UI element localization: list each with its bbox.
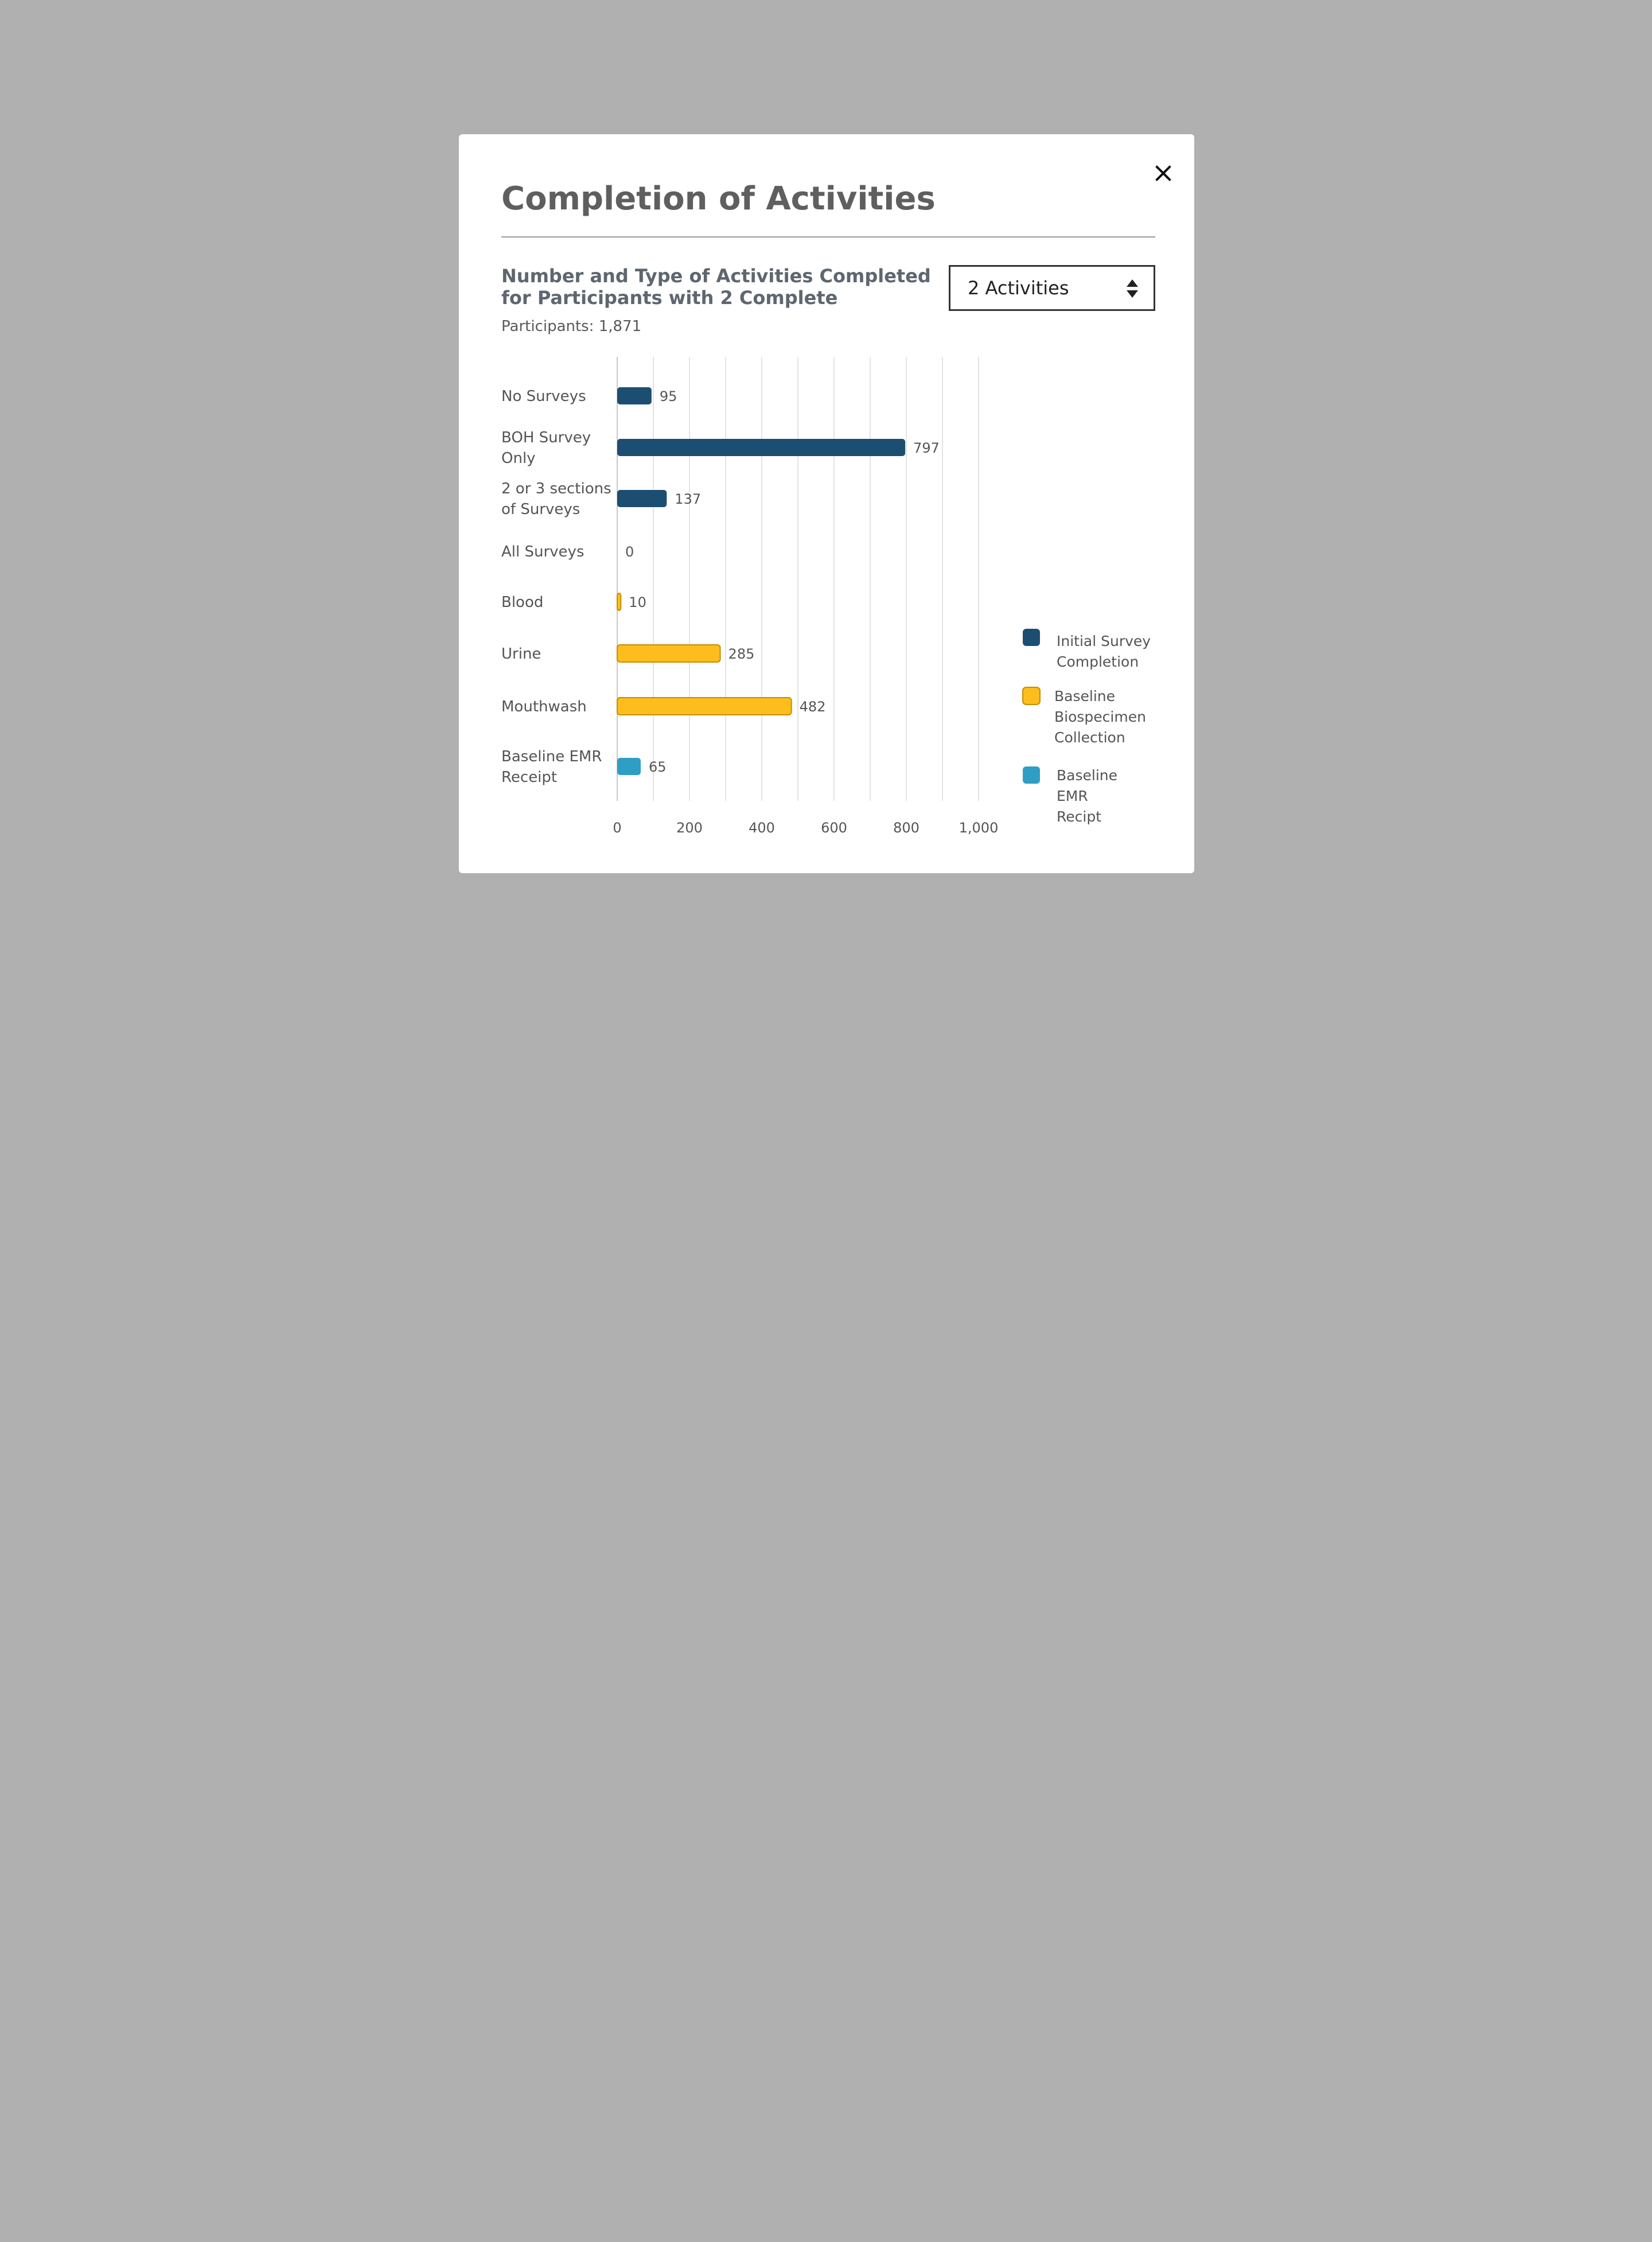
bar-value-label: 65	[649, 759, 667, 775]
legend-label: Initial Survey Completion	[1057, 633, 1151, 670]
bar	[617, 593, 622, 611]
category-label: All Surveys	[501, 543, 585, 560]
legend-label: Baseline Biospecimen Collection	[1054, 688, 1146, 746]
legend-label: Baseline EMR Recipt	[1057, 767, 1117, 825]
category-label: Baseline EMR Receipt	[501, 748, 602, 786]
category-label: Mouthwash	[501, 698, 587, 715]
bar	[617, 387, 652, 404]
x-tick-label: 600	[821, 820, 847, 836]
bar	[617, 697, 792, 715]
bar-value-label: 0	[625, 544, 634, 560]
category-label: Urine	[501, 645, 541, 663]
x-tick-label: 400	[749, 820, 775, 836]
bar-value-label: 137	[675, 491, 701, 507]
bar-value-label: 285	[728, 646, 755, 662]
legend-swatch	[1023, 629, 1040, 646]
category-label: BOH Survey Only	[501, 429, 591, 467]
category-label: Blood	[501, 594, 543, 611]
x-tick-label: 200	[676, 820, 703, 836]
bar-value-label: 797	[913, 440, 940, 456]
legend-swatch	[1023, 766, 1040, 784]
bar-value-label: 95	[660, 388, 677, 404]
bar	[617, 490, 667, 507]
bar	[617, 644, 721, 663]
completion-modal: Completion of Activities Number and Type…	[459, 134, 1194, 873]
category-label: No Surveys	[501, 388, 586, 405]
category-label: 2 or 3 sections of Surveys	[501, 480, 611, 518]
x-tick-label: 0	[613, 820, 621, 836]
bar-value-label: 482	[800, 699, 826, 715]
x-tick-label: 800	[893, 820, 919, 836]
bar	[617, 758, 641, 775]
x-tick-label: 1,000	[959, 820, 999, 836]
activities-bar-chart: 0 200 400 600 800 1,000 No Surveys BOH Survey On…	[501, 357, 1151, 836]
legend-swatch	[1022, 687, 1041, 705]
bar	[617, 439, 906, 456]
bar-value-label: 10	[629, 594, 646, 610]
